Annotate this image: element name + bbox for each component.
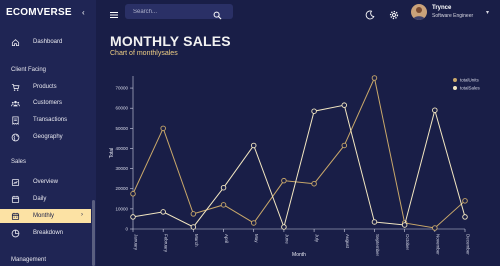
x-tick-label: April: [224, 234, 229, 243]
data-point-totalSales: [401, 222, 408, 228]
x-tick-label: March: [194, 234, 199, 247]
data-point-totalSales: [220, 184, 227, 191]
data-point-totalSales: [130, 214, 136, 220]
data-point-totalSales: [250, 142, 257, 149]
data-point-totalUnits: [220, 202, 227, 208]
y-tick-label: 20000: [115, 186, 128, 191]
data-point-totalUnits: [130, 191, 136, 197]
y-tick-label: 40000: [115, 146, 128, 151]
data-point-totalSales: [341, 102, 348, 108]
data-point-totalUnits: [371, 75, 378, 81]
x-axis-label: Month: [292, 252, 306, 258]
data-point-totalSales: [311, 108, 317, 114]
x-tick-label: July: [315, 234, 320, 243]
data-point-totalUnits: [341, 142, 348, 149]
y-tick-label: 50000: [115, 126, 128, 131]
x-tick-label: May: [254, 234, 259, 243]
y-tick-label: 60000: [115, 106, 128, 111]
y-tick-label: 70000: [115, 86, 128, 91]
y-tick-label: 30000: [115, 166, 128, 171]
legend-marker-totalSales: [453, 86, 457, 90]
x-tick-label: January: [134, 234, 139, 251]
series-line-totalUnits: [132, 76, 466, 229]
x-tick-label: August: [345, 234, 350, 249]
x-tick-label: February: [164, 234, 169, 253]
y-tick-label: 10000: [115, 206, 128, 211]
data-point-totalSales: [190, 224, 197, 230]
series-line-totalSales: [132, 104, 466, 229]
data-point-totalSales: [160, 209, 166, 215]
legend-label: totalUnits: [460, 78, 480, 83]
data-point-totalSales: [432, 107, 438, 113]
data-point-totalUnits: [160, 125, 166, 132]
data-point-totalSales: [281, 224, 287, 230]
data-point-totalSales: [371, 219, 378, 225]
x-tick-label: October: [405, 234, 410, 251]
y-tick-label: 0: [125, 227, 128, 232]
data-point-totalUnits: [311, 180, 317, 187]
legend-label: totalSales: [460, 86, 481, 91]
data-point-totalUnits: [462, 198, 468, 204]
legend-marker-totalUnits: [453, 78, 457, 82]
y-axis-label: Total: [109, 148, 115, 159]
data-point-totalUnits: [432, 225, 438, 231]
x-tick-label: December: [466, 234, 471, 255]
x-tick-label: June: [284, 234, 289, 244]
data-point-totalSales: [462, 214, 468, 220]
data-point-totalUnits: [281, 177, 287, 184]
x-tick-label: September: [375, 234, 380, 257]
x-tick-label: November: [435, 234, 440, 255]
data-point-totalUnits: [190, 211, 197, 217]
data-point-totalUnits: [250, 220, 257, 226]
monthly-sales-chart: 0 10000 20000 30000 40000 50000 60000 70000 Janu…: [109, 75, 481, 258]
